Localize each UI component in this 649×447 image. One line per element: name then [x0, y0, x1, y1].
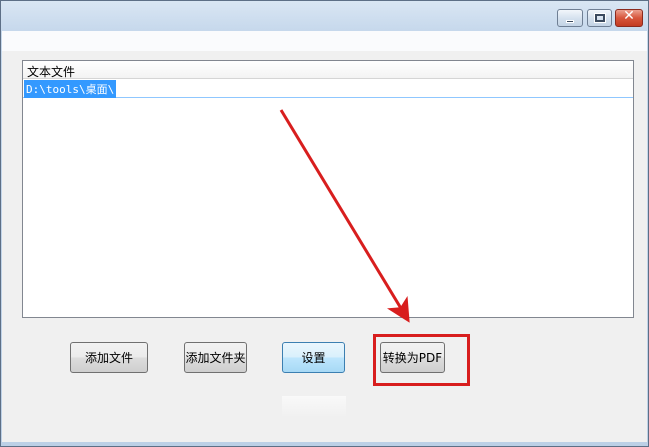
list-item-path[interactable]: D:\tools\桌面\	[24, 80, 117, 98]
menu-strip	[2, 31, 647, 51]
client-area: 文本文件 D:\tools\桌面\ 添加文件 添加文件夹 设置 转换为PDF	[2, 51, 647, 442]
title-bar[interactable]: ✕	[1, 1, 648, 31]
maximize-button[interactable]	[587, 9, 612, 27]
add-file-button[interactable]: 添加文件	[70, 342, 148, 373]
column-header-text-file[interactable]: 文本文件	[27, 63, 75, 80]
minimize-icon	[566, 20, 574, 23]
add-folder-button[interactable]: 添加文件夹	[184, 342, 247, 373]
selection-line	[23, 97, 633, 98]
file-list-header[interactable]: 文本文件	[23, 61, 633, 79]
minimize-button[interactable]	[557, 9, 583, 27]
settings-button[interactable]: 设置	[282, 342, 345, 373]
close-button[interactable]: ✕	[615, 8, 643, 27]
app-window: ✕ 文本文件 D:\tools\桌面\ 添加文件 添加文件夹 设置 转换为PDF	[0, 0, 649, 447]
maximize-icon	[594, 13, 606, 23]
highlight-box	[373, 334, 470, 386]
file-list[interactable]: 文本文件 D:\tools\桌面\	[22, 60, 634, 318]
list-item[interactable]: D:\tools\桌面\	[23, 80, 633, 98]
close-icon: ✕	[623, 8, 635, 24]
button-reflection	[282, 396, 346, 418]
